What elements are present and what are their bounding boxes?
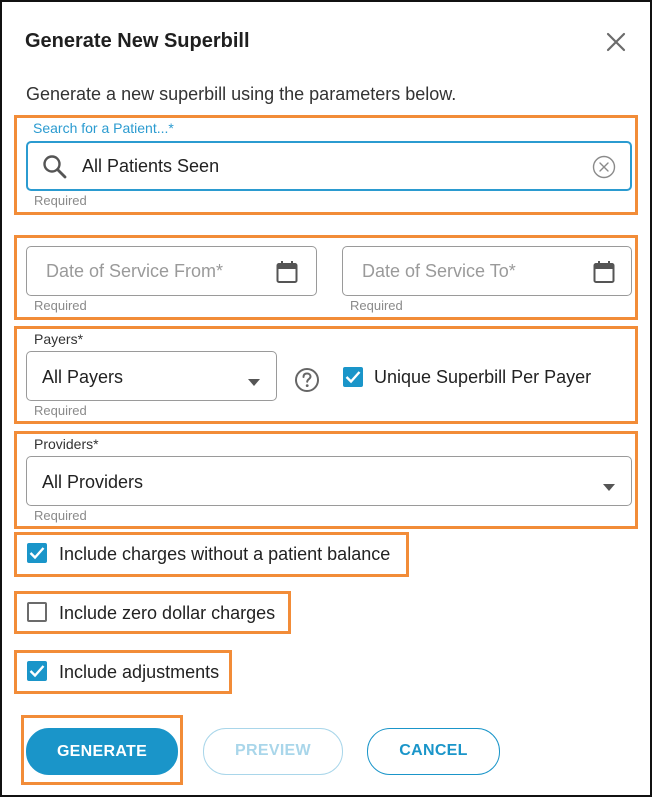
chevron-down-icon — [603, 478, 615, 496]
generate-superbill-dialog: Generate New Superbill Generate a new su… — [0, 0, 652, 797]
unique-superbill-label: Unique Superbill Per Payer — [374, 367, 592, 387]
adjustments-checkbox[interactable] — [27, 661, 47, 681]
unique-superbill-checkbox[interactable] — [343, 367, 363, 387]
payers-required-text: Required — [34, 403, 87, 418]
dialog-subtitle: Generate a new superbill using the param… — [26, 84, 457, 104]
date-from-required-text: Required — [34, 298, 87, 313]
calendar-icon[interactable] — [276, 260, 298, 289]
zero-dollar-checkbox[interactable] — [27, 602, 47, 622]
clear-icon[interactable] — [592, 155, 616, 184]
date-from-input[interactable]: Date of Service From* — [26, 246, 317, 296]
generate-button[interactable]: GENERATE — [26, 728, 178, 775]
chevron-down-icon — [248, 373, 260, 391]
close-icon[interactable] — [604, 30, 628, 54]
search-icon — [42, 154, 68, 185]
help-icon[interactable] — [294, 367, 320, 398]
dialog-title: Generate New Superbill — [25, 30, 250, 52]
calendar-icon[interactable] — [593, 260, 615, 289]
no-balance-label: Include charges without a patient balanc… — [59, 544, 391, 564]
patient-search-label: Search for a Patient...* — [33, 120, 174, 136]
adjustments-label: Include adjustments — [59, 662, 220, 682]
payers-select[interactable]: All Payers — [26, 351, 277, 401]
patient-required-text: Required — [34, 193, 87, 208]
date-from-placeholder: Date of Service From* — [46, 261, 224, 281]
payers-label: Payers* — [34, 331, 84, 347]
providers-value: All Providers — [42, 472, 144, 492]
patient-search-input[interactable]: All Patients Seen — [26, 141, 632, 191]
preview-button[interactable]: PREVIEW — [203, 728, 343, 775]
zero-dollar-label: Include zero dollar charges — [59, 603, 276, 623]
providers-required-text: Required — [34, 508, 87, 523]
providers-label: Providers* — [34, 436, 99, 452]
providers-select[interactable]: All Providers — [26, 456, 632, 506]
cancel-button[interactable]: CANCEL — [367, 728, 500, 775]
no-balance-checkbox[interactable] — [27, 543, 47, 563]
date-to-input[interactable]: Date of Service To* — [342, 246, 632, 296]
date-to-placeholder: Date of Service To* — [362, 261, 516, 281]
payers-value: All Payers — [42, 367, 124, 387]
date-to-required-text: Required — [350, 298, 403, 313]
patient-search-value: All Patients Seen — [82, 156, 220, 176]
